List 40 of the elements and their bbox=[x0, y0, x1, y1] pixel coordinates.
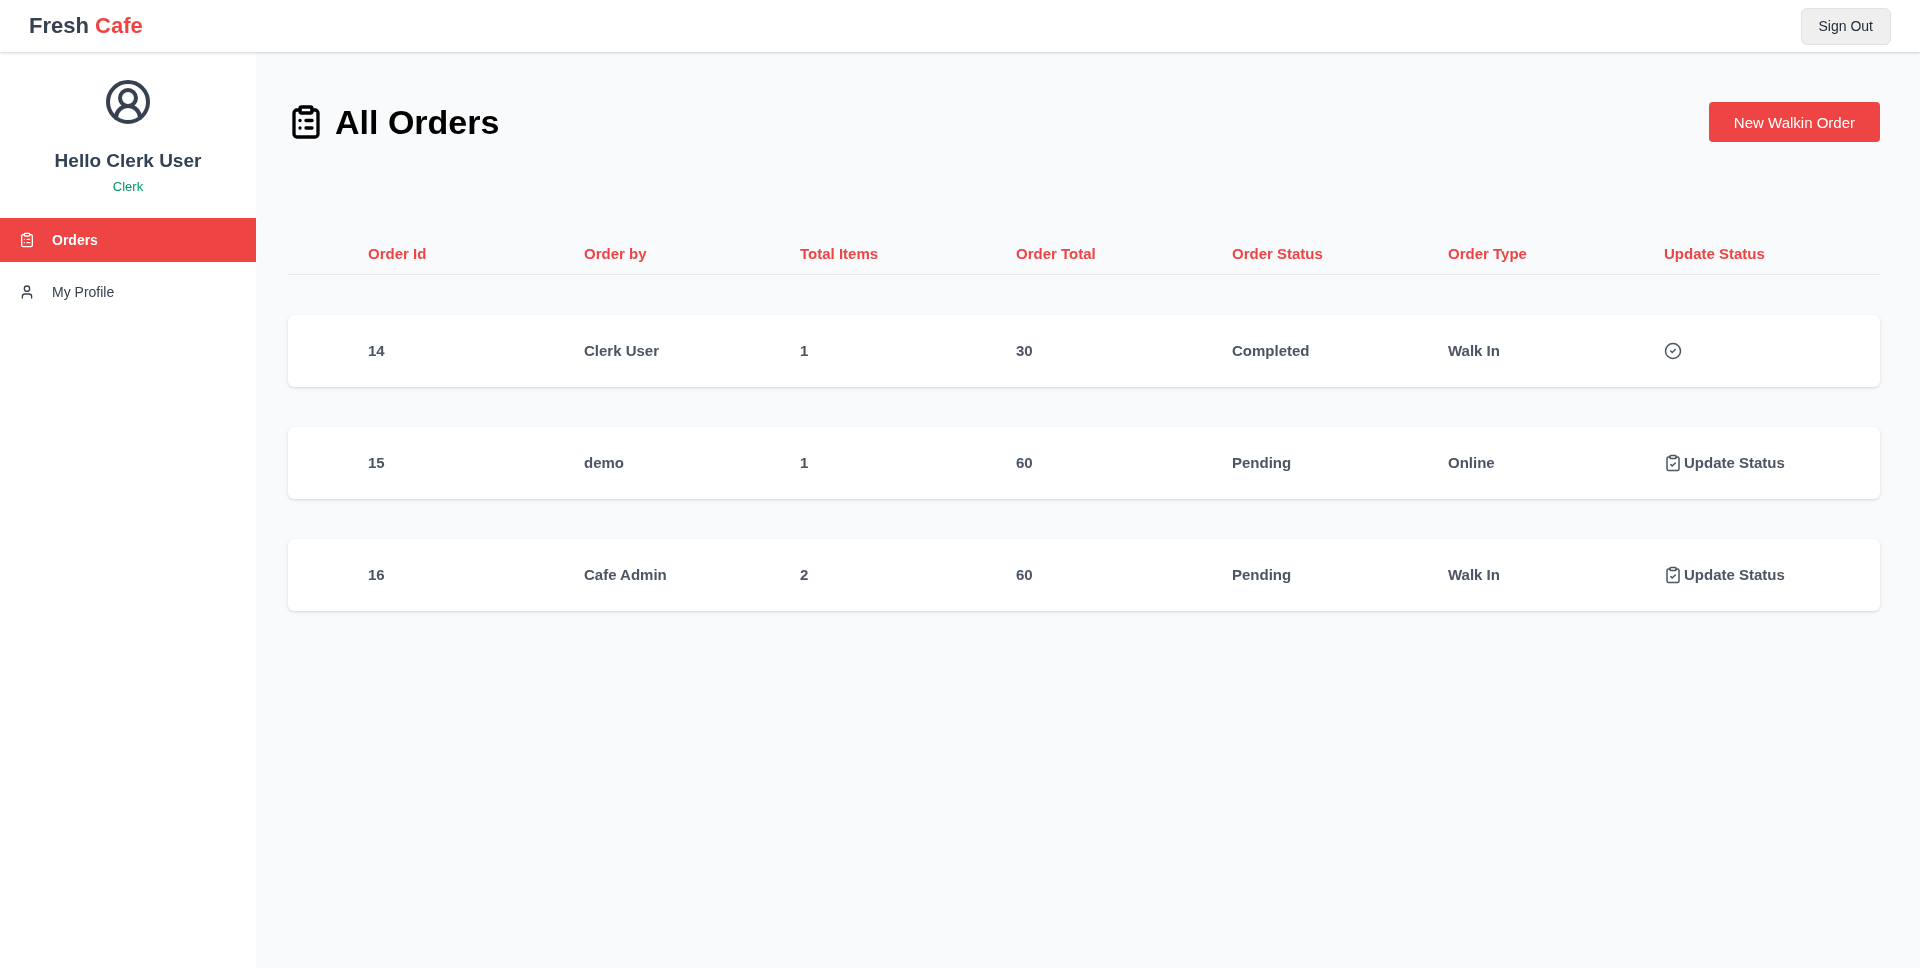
table-cell: Pending bbox=[1232, 453, 1292, 473]
table-cell: 60 bbox=[1016, 565, 1033, 585]
sidebar-item[interactable]: My Profile bbox=[0, 270, 256, 314]
table-cell: 1 bbox=[800, 341, 809, 361]
table-cell: 15 bbox=[368, 453, 385, 473]
clipboard-check-icon bbox=[1664, 566, 1682, 584]
table-cell: Clerk User bbox=[584, 341, 660, 361]
page-title: All Orders bbox=[335, 102, 500, 142]
table-cell: 2 bbox=[800, 565, 809, 585]
column-header: Update Status bbox=[1664, 244, 1766, 264]
table-cell: Cafe Admin bbox=[584, 565, 667, 585]
sidebar-item[interactable]: Orders bbox=[0, 218, 256, 262]
role-label: Clerk bbox=[112, 178, 144, 196]
new-order-button[interactable]: New Walkin Order bbox=[1708, 102, 1880, 142]
table-cell: Walk In bbox=[1448, 341, 1500, 361]
update-status-button[interactable]: Update Status bbox=[1664, 453, 1785, 473]
column-header: Total Items bbox=[800, 244, 880, 264]
table-cell: Walk In bbox=[1448, 565, 1500, 585]
column-header: Order Status bbox=[1232, 244, 1324, 264]
update-status-button[interactable]: Update Status bbox=[1664, 565, 1785, 585]
table-cell: 14 bbox=[368, 341, 385, 361]
sign-out-button[interactable]: Sign Out bbox=[1800, 7, 1891, 45]
table-cell: 60 bbox=[1016, 453, 1033, 473]
table-cell: 1 bbox=[800, 453, 809, 473]
table-cell: Completed bbox=[1232, 341, 1310, 361]
column-header: Order Id bbox=[368, 244, 428, 264]
column-header: Order Type bbox=[1448, 244, 1528, 264]
brand-logo: Fresh Cafe bbox=[29, 13, 143, 39]
user-icon bbox=[19, 284, 35, 300]
clipboard-list-icon bbox=[19, 232, 35, 248]
column-header: Order Total bbox=[1016, 244, 1097, 264]
table-cell: Pending bbox=[1232, 565, 1292, 585]
user-avatar-icon bbox=[104, 78, 152, 126]
greeting-text: Hello Clerk User bbox=[54, 149, 202, 173]
table-cell: Online bbox=[1448, 453, 1495, 473]
table-cell: 30 bbox=[1016, 341, 1033, 361]
table-cell: 16 bbox=[368, 565, 385, 585]
column-header: Order by bbox=[584, 244, 648, 264]
clipboard-check-icon bbox=[1664, 454, 1682, 472]
table-cell: demo bbox=[584, 453, 624, 473]
